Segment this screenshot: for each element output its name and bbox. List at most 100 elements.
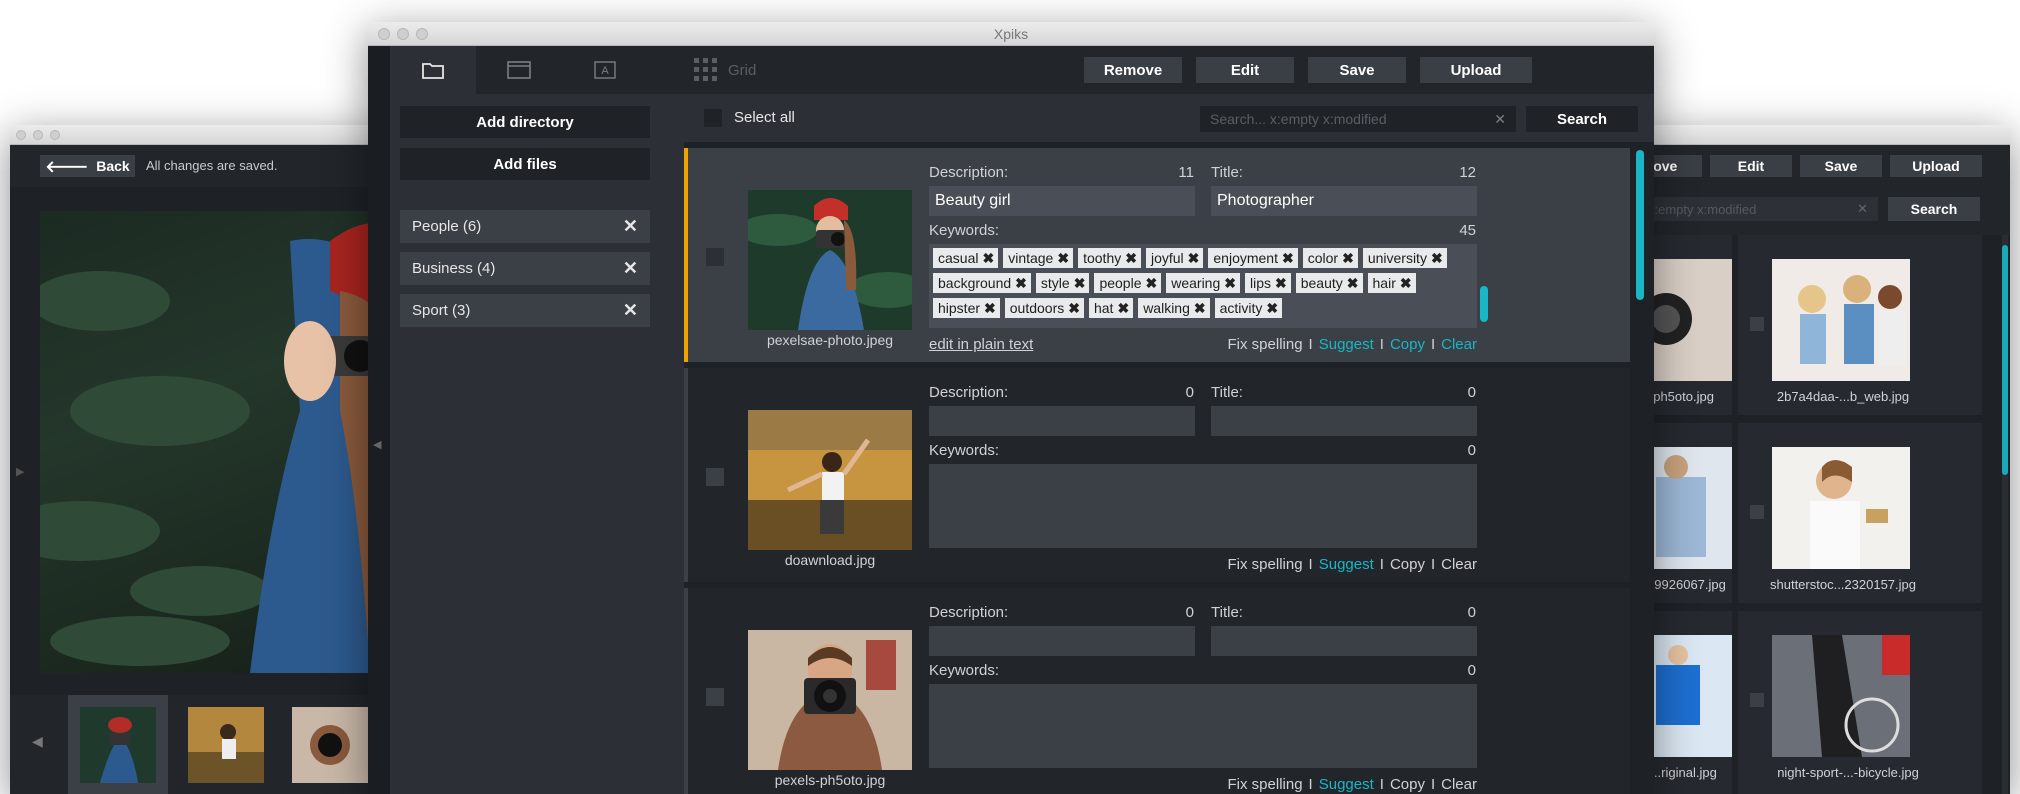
directory-item[interactable]: People (6) ✕ [400,210,650,243]
item-checkbox[interactable] [706,688,724,706]
grid-checkbox[interactable] [1750,317,1764,331]
zoom-window-button[interactable] [50,129,60,140]
copy-link[interactable]: Copy [1390,336,1425,353]
remove-keyword-icon[interactable]: ✖ [1145,275,1157,292]
description-field[interactable] [929,626,1195,656]
tab-text[interactable]: A [562,46,648,94]
filmstrip-photo-2[interactable] [188,707,264,783]
remove-keyword-icon[interactable]: ✖ [1194,300,1206,317]
artwork-item[interactable]: pexels-ph5oto.jpg Description: 0 Title: … [684,588,1630,794]
remove-keyword-icon[interactable]: ✖ [984,300,996,317]
keyword-tag[interactable]: vintage ✖ [1003,248,1074,268]
keyword-tag[interactable]: hipster ✖ [933,298,1000,318]
grid-card[interactable]: shutterstoc...2320157.jpg [1738,423,1982,603]
remove-directory-icon[interactable]: ✕ [623,216,638,237]
right-scrollbar[interactable] [2002,235,2008,794]
remove-keyword-icon[interactable]: ✖ [1431,250,1443,267]
keyword-tag[interactable]: hair ✖ [1367,273,1416,293]
remove-keyword-icon[interactable]: ✖ [1068,300,1080,317]
add-directory-button[interactable]: Add directory [400,106,650,138]
keyword-tag[interactable]: wearing ✖ [1166,273,1240,293]
remove-keyword-icon[interactable]: ✖ [1125,250,1137,267]
close-window-button[interactable] [16,129,26,140]
keyword-tag[interactable]: university ✖ [1362,248,1447,268]
keyword-tag[interactable]: walking ✖ [1138,298,1210,318]
suggest-link[interactable]: Suggest [1319,336,1374,353]
filmstrip-thumb-selected[interactable] [68,695,168,794]
remove-keyword-icon[interactable]: ✖ [1015,275,1027,292]
suggest-link[interactable]: Suggest [1319,556,1374,573]
right-search-input[interactable]: x:empty x:modified ✕ [1620,197,1878,221]
item-checkbox[interactable] [706,248,724,266]
keyword-tag[interactable]: color ✖ [1302,248,1358,268]
remove-keyword-icon[interactable]: ✖ [1275,275,1287,292]
keyword-tag[interactable]: activity ✖ [1214,298,1283,318]
title-field[interactable] [1211,406,1477,436]
description-field[interactable] [929,406,1195,436]
item-checkbox[interactable] [706,468,724,486]
keyword-tag[interactable]: outdoors ✖ [1004,298,1084,318]
remove-directory-icon[interactable]: ✕ [623,258,638,279]
copy-link[interactable]: Copy [1390,556,1425,573]
remove-keyword-icon[interactable]: ✖ [1074,275,1086,292]
remove-keyword-icon[interactable]: ✖ [1342,250,1354,267]
remove-keyword-icon[interactable]: ✖ [1057,250,1069,267]
right-upload-button[interactable]: Upload [1890,155,1982,177]
back-button[interactable]: 🡐 Back [40,155,135,177]
remove-button[interactable]: Remove [1084,57,1182,83]
fix-spelling-link[interactable]: Fix spelling [1228,556,1303,573]
keywords-editor[interactable] [929,464,1477,548]
copy-link[interactable]: Copy [1390,776,1425,793]
artwork-item-selected[interactable]: pexelsae-photo.jpeg Description: 11 Beau… [684,148,1630,362]
upload-button[interactable]: Upload [1420,57,1532,83]
fix-spelling-link[interactable]: Fix spelling [1228,776,1303,793]
edit-button[interactable]: Edit [1196,57,1294,83]
keyword-tag[interactable]: beauty ✖ [1295,273,1363,293]
tab-directories[interactable] [390,46,476,94]
remove-keyword-icon[interactable]: ✖ [1400,275,1412,292]
grid-checkbox[interactable] [1750,505,1764,519]
fix-spelling-link[interactable]: Fix spelling [1228,336,1303,353]
remove-keyword-icon[interactable]: ✖ [1117,300,1129,317]
add-files-button[interactable]: Add files [400,148,650,180]
grid-checkbox[interactable] [1750,693,1764,707]
chevron-right-icon[interactable]: ▶ [16,465,24,478]
keyword-tag[interactable]: lips ✖ [1244,273,1291,293]
clear-link[interactable]: Clear [1441,556,1477,573]
chevron-left-icon[interactable]: ◀ [32,733,43,750]
description-field[interactable]: Beauty girl [929,186,1195,216]
save-button[interactable]: Save [1308,57,1406,83]
keywords-editor[interactable]: casual ✖ vintage ✖ toothy ✖ joyful ✖ enjoyment ✖ c… [929,244,1477,328]
keyword-tag[interactable]: casual ✖ [933,248,999,268]
remove-directory-icon[interactable]: ✕ [623,300,638,321]
edit-plain-text-link[interactable]: edit in plain text [929,336,1033,353]
remove-keyword-icon[interactable]: ✖ [982,250,994,267]
artwork-item[interactable]: doawnload.jpg Description: 0 Title: 0 Ke… [684,368,1630,582]
clear-link[interactable]: Clear [1441,336,1477,353]
keyword-tag[interactable]: joyful ✖ [1145,248,1204,268]
right-edit-button[interactable]: Edit [1710,155,1792,177]
search-input[interactable]: Search... x:empty x:modified ✕ [1200,106,1516,132]
keyword-tag[interactable]: people ✖ [1094,273,1162,293]
grid-view-toggle[interactable]: Grid [694,58,756,82]
tab-window[interactable] [476,46,562,94]
select-all-checkbox[interactable] [704,109,722,127]
directory-item[interactable]: Business (4) ✕ [400,252,650,285]
grid-card[interactable]: night-sport-...-bicycle.jpg [1738,611,1982,794]
grid-card[interactable]: 2b7a4daa-...b_web.jpg [1738,235,1982,415]
title-field[interactable] [1211,626,1477,656]
clear-link[interactable]: Clear [1441,776,1477,793]
suggest-link[interactable]: Suggest [1319,776,1374,793]
remove-keyword-icon[interactable]: ✖ [1188,250,1200,267]
keyword-tag[interactable]: style ✖ [1035,273,1090,293]
title-field[interactable]: Photographer [1211,186,1477,216]
keyword-tag[interactable]: toothy ✖ [1078,248,1141,268]
filmstrip-photo-3[interactable] [292,707,368,783]
keyword-tag[interactable]: hat ✖ [1088,298,1134,318]
right-save-button[interactable]: Save [1800,155,1882,177]
collapse-sidebar-icon[interactable]: ◀ [373,438,381,451]
keyword-tag[interactable]: background ✖ [933,273,1031,293]
directory-item[interactable]: Sport (3) ✕ [400,294,650,327]
remove-keyword-icon[interactable]: ✖ [1282,250,1294,267]
remove-keyword-icon[interactable]: ✖ [1224,275,1236,292]
